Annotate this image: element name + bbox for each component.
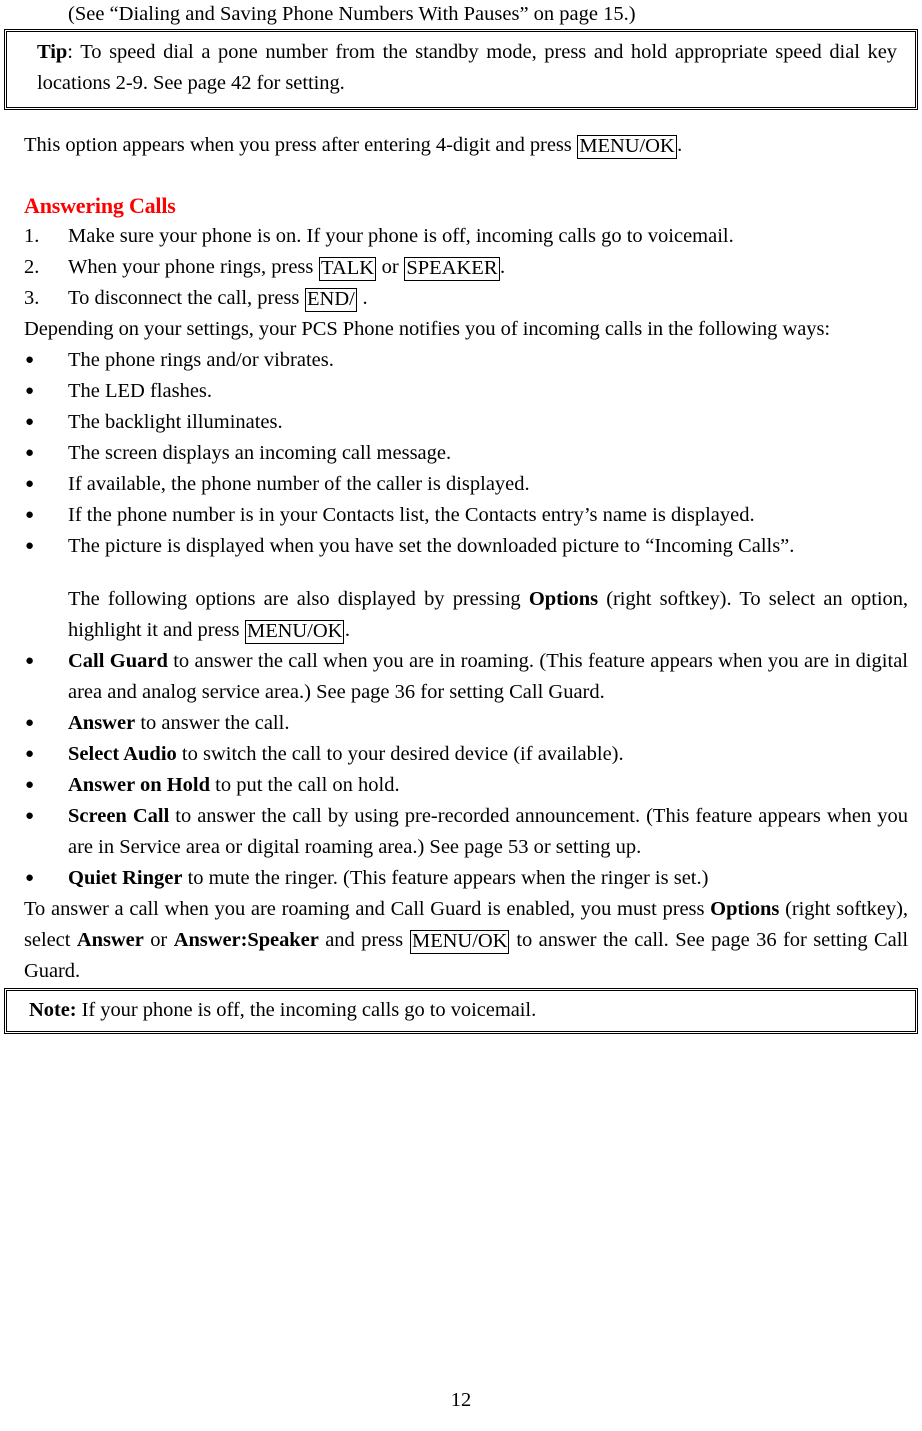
option-term: Select Audio <box>68 743 177 765</box>
step-suffix: . <box>500 256 506 278</box>
numbered-steps-list: 1. Make sure your phone is on. If your ph… <box>0 221 922 314</box>
option-term: Answer on Hold <box>68 774 211 796</box>
option-term: Screen Call <box>68 805 170 827</box>
intro-part2: . <box>677 134 683 156</box>
keycap-menu-ok[interactable]: MENU/OK <box>577 135 677 159</box>
bullet-icon: ● <box>25 414 35 430</box>
bullet-icon: ● <box>25 538 35 554</box>
list-item: ● Answer to answer the call. <box>0 708 922 739</box>
tip-label-suffix: : <box>67 41 73 63</box>
option-description: to answer the call by using pre-recorded… <box>68 805 908 858</box>
keycap-menu-ok[interactable]: MENU/OK <box>245 620 345 644</box>
bullet-icon: ● <box>25 653 35 669</box>
bullet-text: If the phone number is in your Contacts … <box>68 504 755 526</box>
bullet-text: If available, the phone number of the ca… <box>68 473 530 495</box>
option-term: Quiet Ringer <box>68 867 183 889</box>
step-prefix: To disconnect the call, press <box>68 287 305 309</box>
step-text: Make sure your phone is on. If your phon… <box>68 225 734 247</box>
bullet-text: The picture is displayed when you have s… <box>68 535 795 557</box>
step-middle: or <box>376 256 404 278</box>
page-title: Answering Calls <box>24 193 176 218</box>
bullet-icon: ● <box>25 746 35 762</box>
list-item: 1. Make sure your phone is on. If your ph… <box>0 221 922 252</box>
page-number: 12 <box>450 1389 472 1411</box>
step-marker: 2. <box>24 256 40 278</box>
options-intro-paragraph: The following options are also displayed… <box>0 584 922 646</box>
note-callout-box: Note: If your phone is off, the incoming… <box>3 987 919 1035</box>
list-item: ● Answer on Hold to put the call on hold. <box>0 770 922 801</box>
bullet-icon: ● <box>25 352 35 368</box>
option-description: to put the call on hold. <box>210 774 400 796</box>
closing-paragraph: To answer a call when you are roaming an… <box>0 894 922 987</box>
notify-bullets-list: ● The phone rings and/or vibrates. ● The L… <box>0 345 922 562</box>
keycap-talk[interactable]: TALK <box>319 257 377 281</box>
keycap-end[interactable]: END/ <box>305 288 357 312</box>
list-item: ● The phone rings and/or vibrates. <box>0 345 922 376</box>
intro-paragraph: This option appears when you press after… <box>0 130 922 161</box>
document-page: (See “Dialing and Saving Phone Numbers W… <box>0 0 922 1431</box>
list-item: ● The screen displays an incoming call me… <box>0 438 922 469</box>
bullet-icon: ● <box>25 870 35 886</box>
keycap-speaker[interactable]: SPEAKER <box>404 257 500 281</box>
note-text-block: Note: If your phone is off, the incoming… <box>21 995 901 1026</box>
option-term: Call Guard <box>68 650 168 672</box>
options-intro-part1: The following options are also displayed… <box>68 588 529 610</box>
bullet-icon: ● <box>25 476 35 492</box>
option-bullets-list: ● Call Guard to answer the call when you … <box>0 646 922 894</box>
list-item: ● Call Guard to answer the call when you … <box>0 646 922 708</box>
list-item: ● The picture is displayed when you have … <box>0 531 922 562</box>
option-description: to mute the ringer. (This feature appear… <box>182 867 709 889</box>
page-content: (See “Dialing and Saving Phone Numbers W… <box>0 0 922 1035</box>
step-marker: 3. <box>24 287 40 309</box>
bullet-text: The phone rings and/or vibrates. <box>68 349 334 371</box>
step-prefix: When your phone rings, press <box>68 256 319 278</box>
list-item: 2. When your phone rings, press TALK or S… <box>0 252 922 283</box>
note-body: If your phone is off, the incoming calls… <box>76 999 537 1021</box>
intro-part1: This option appears when you press after… <box>24 134 577 156</box>
closing-part3: or <box>143 929 174 951</box>
option-term: Answer <box>68 712 136 734</box>
bullet-icon: ● <box>25 507 35 523</box>
closing-bold-answer: Answer <box>76 929 144 951</box>
list-item: ● Select Audio to switch the call to your… <box>0 739 922 770</box>
notify-paragraph: Depending on your settings, your PCS Pho… <box>24 318 831 340</box>
bullet-icon: ● <box>25 808 35 824</box>
bullet-icon: ● <box>25 777 35 793</box>
tip-text-block: Tip: To speed dial a pone number from th… <box>21 37 901 99</box>
options-bold-options: Options <box>528 588 598 610</box>
step-marker: 1. <box>24 225 40 247</box>
list-item: ● Screen Call to answer the call by using… <box>0 801 922 863</box>
tip-body: To speed dial a pone number from the sta… <box>37 41 897 94</box>
bullet-text: The LED flashes. <box>68 380 213 402</box>
options-intro-part3: . <box>344 619 350 641</box>
list-item: ● Quiet Ringer to mute the ringer. (This … <box>0 863 922 894</box>
option-description: to answer the call. <box>135 712 290 734</box>
list-item: 3. To disconnect the call, press END/ . <box>0 283 922 314</box>
note-label: Note: <box>29 999 77 1021</box>
closing-bold-answer-speaker: Answer:Speaker <box>173 929 319 951</box>
top-caption: (See “Dialing and Saving Phone Numbers W… <box>68 3 636 25</box>
tip-label: Tip <box>37 41 68 63</box>
step-suffix: . <box>357 287 368 309</box>
option-description: to answer the call when you are in roami… <box>68 650 908 703</box>
list-item: ● If available, the phone number of the c… <box>0 469 922 500</box>
tip-callout-box: Tip: To speed dial a pone number from th… <box>3 28 919 111</box>
closing-part1: To answer a call when you are roaming an… <box>24 898 711 920</box>
bullet-icon: ● <box>25 383 35 399</box>
closing-part4: and press <box>318 929 410 951</box>
list-item: ● The backlight illuminates. <box>0 407 922 438</box>
bullet-text: The backlight illuminates. <box>68 411 283 433</box>
list-item: ● The LED flashes. <box>0 376 922 407</box>
closing-bold-options: Options <box>710 898 780 920</box>
keycap-menu-ok[interactable]: MENU/OK <box>410 930 510 954</box>
bullet-text: The screen displays an incoming call mes… <box>68 442 452 464</box>
bullet-icon: ● <box>25 715 35 731</box>
list-item: ● If the phone number is in your Contacts… <box>0 500 922 531</box>
option-description: to switch the call to your desired devic… <box>176 743 624 765</box>
bullet-icon: ● <box>25 445 35 461</box>
